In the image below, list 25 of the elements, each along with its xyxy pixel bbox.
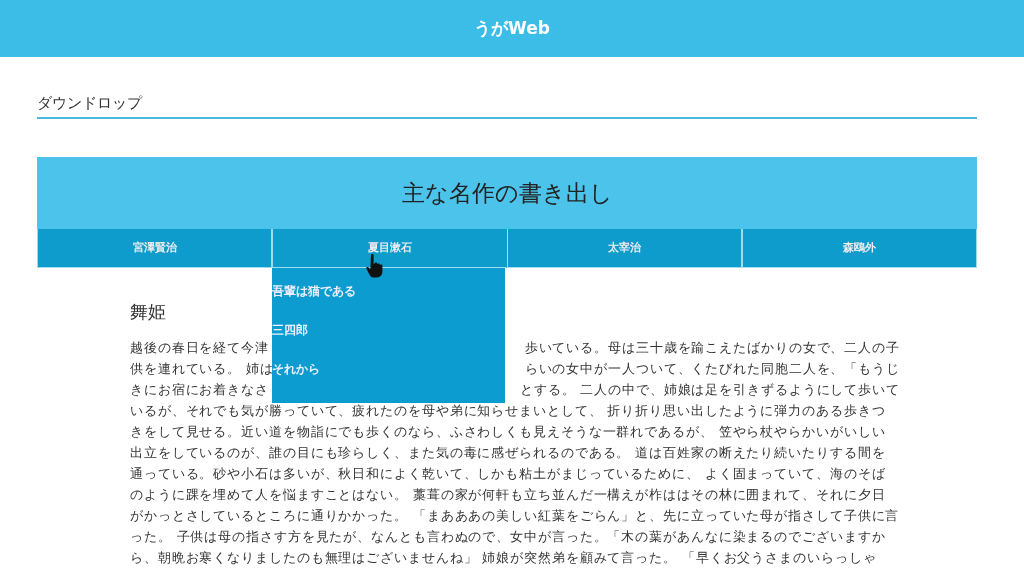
paragraph-text: った。 子供は母の指さす方を見たが、なんとも言わぬので、女中が言った。「木の葉があんなに染まるのでございますか xyxy=(130,528,886,546)
paragraph-text: とする。 二人の中で、姉娘は足を引きずるようにして歩いて xyxy=(519,381,900,399)
banner-title: 主な名作の書き出し xyxy=(401,178,613,208)
nav-tab[interactable]: 森鴎外 xyxy=(742,229,977,268)
paragraph-text: のように踝を埋めて人を悩ますことはない。 藁葺の家が何軒も立ち並んだ一構えが柞ははその林に囲まれて、それに夕日 xyxy=(130,486,886,504)
nav-tab[interactable]: 宮澤賢治 xyxy=(37,229,272,268)
paragraph-text: がかっとさしているところに通りかかった。 「まあああの美しい紅葉をごらん」と、先に立っていた母が指さして子供に言 xyxy=(130,507,900,525)
dropdown-item[interactable]: 吾輩は猫である xyxy=(272,274,505,313)
paragraph-text: 歩いている。母は三十歳を踰こえたばかりの女で、二人の子 xyxy=(524,339,900,357)
nav-tab[interactable]: 夏目漱石 xyxy=(272,229,507,268)
section-title: ダウンドロップ xyxy=(37,94,142,112)
article-title: 舞姫 xyxy=(130,300,167,324)
dropdown-item[interactable]: 三四郎 xyxy=(272,313,505,352)
dropdown-item[interactable]: それから xyxy=(272,352,505,391)
paragraph-text: きにお宿にお着きなさ xyxy=(130,381,269,399)
paragraph-text: 出立をしているのが、誰の目にも珍らしく、また気の毒に感ぜられるのである。 道は百姓家の断えたり続いたりする間を xyxy=(130,444,886,462)
paragraph-text: 供を連れている。 姉は xyxy=(130,360,274,378)
paragraph-text: 越後の春日を経て今津 xyxy=(130,339,269,357)
paragraph-text: きをして見せる。近い道を物詣にでも歩くのなら、ふさわしくも見えそうな一群れであるが、 笠やら杖やらかいがいしい xyxy=(130,423,886,441)
paragraph-text: 通っている。砂や小石は多いが、秋日和によく乾いて、しかも粘土がまじっているために、 よく固まっていて、海のそば xyxy=(130,465,886,483)
paragraph-text: らいの女中が一人ついて、くたびれた同胞二人を、「もうじ xyxy=(524,360,900,378)
paragraph-text: いるが、それでも気が勝っていて、疲れたのを母や弟に知らせまいとして、 折り折り思い出したように弾力のある歩きつ xyxy=(130,402,886,420)
nav-tab[interactable]: 太宰治 xyxy=(507,229,742,268)
site-title: うがWeb xyxy=(474,16,550,40)
paragraph-text: ら、朝晩お寒くなりましたのも無理はございませんね」 姉娘が突然弟を顧みて言った。 「早くお父うさまのいらっしゃ xyxy=(130,549,877,567)
